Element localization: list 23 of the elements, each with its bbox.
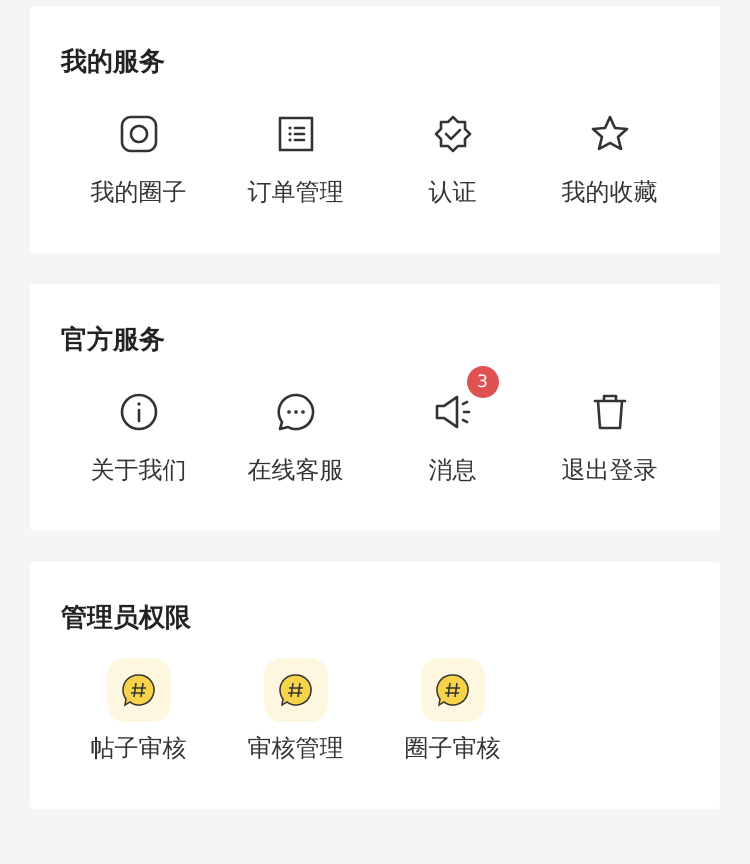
info-icon bbox=[118, 392, 158, 432]
hashtag-bubble-icon bbox=[436, 673, 470, 707]
menu-item-label[interactable]: 审核管理 bbox=[248, 732, 344, 764]
verified-icon bbox=[432, 114, 472, 154]
list-icon bbox=[276, 114, 316, 154]
section-title: 官方服务 bbox=[61, 324, 166, 356]
section-title: 我的服务 bbox=[61, 46, 166, 78]
section-title: 管理员权限 bbox=[61, 602, 192, 634]
menu-item-label[interactable]: 圈子审核 bbox=[404, 732, 500, 764]
menu-item-label[interactable]: 我的收藏 bbox=[562, 176, 658, 208]
menu-item-label[interactable]: 在线客服 bbox=[248, 454, 344, 486]
menu-item-label[interactable]: 消息 bbox=[428, 454, 476, 486]
hashtag-bubble-icon bbox=[278, 673, 312, 707]
count-badge: 3 bbox=[466, 366, 498, 398]
menu-item-label[interactable]: 关于我们 bbox=[90, 454, 186, 486]
menu-item-label[interactable]: 退出登录 bbox=[562, 454, 658, 486]
menu-item-label[interactable]: 我的圈子 bbox=[90, 176, 186, 208]
hashtag-bubble-icon bbox=[122, 673, 156, 707]
menu-item-label[interactable]: 帖子审核 bbox=[90, 732, 186, 764]
menu-item-label[interactable]: 订单管理 bbox=[248, 176, 344, 208]
ring-icon bbox=[118, 114, 158, 154]
menu-item-label[interactable]: 认证 bbox=[428, 176, 476, 208]
chat-icon bbox=[276, 392, 316, 432]
